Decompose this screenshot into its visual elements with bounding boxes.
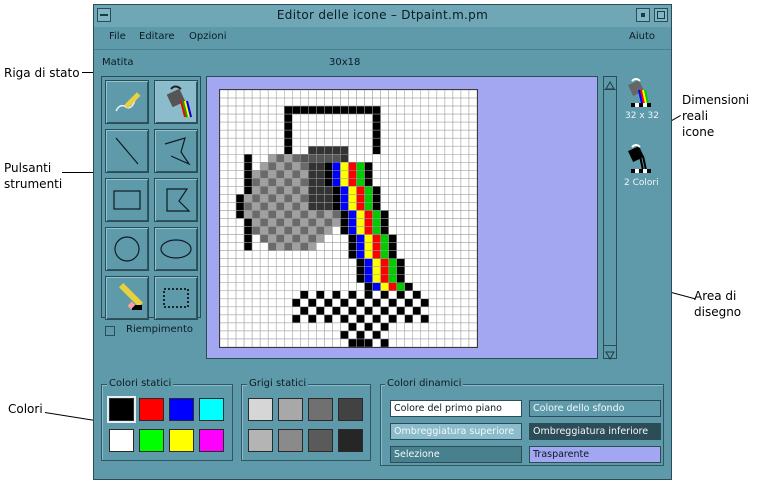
color-swatch[interactable] (278, 429, 303, 452)
select-rectangle-icon (163, 288, 189, 308)
static-grays-swatches (248, 398, 368, 456)
maximize-button[interactable] (654, 8, 668, 22)
vertical-scrollbar[interactable] (603, 76, 617, 361)
menu-file[interactable]: File (109, 31, 126, 42)
circle-icon (114, 236, 140, 262)
scroll-down-arrow[interactable] (604, 345, 616, 361)
eraser-icon (118, 282, 144, 310)
color-swatch[interactable] (199, 429, 224, 452)
foreground-color-button[interactable]: Colore del primo piano (390, 400, 522, 417)
scroll-up-arrow[interactable] (604, 77, 616, 90)
color-swatch[interactable] (248, 429, 273, 452)
annotation-real-size: Dimensioni reali icone (682, 93, 750, 139)
menu-help[interactable]: Aiuto (629, 31, 655, 42)
bottom-shadow-button[interactable]: Ombreggiatura inferiore (529, 423, 661, 440)
annotation-draw-area: Area di disegno (694, 289, 742, 319)
fill-label: Riempimento (126, 324, 194, 335)
tool-ellipse[interactable] (154, 227, 198, 271)
color-swatch[interactable] (169, 398, 194, 421)
color-swatch[interactable] (248, 398, 273, 421)
color-swatch[interactable] (338, 429, 363, 452)
polyline-icon (164, 137, 191, 166)
transparent-color-button[interactable]: Trasparente (529, 446, 661, 463)
tool-paint-bucket[interactable] (154, 80, 198, 124)
selection-color-button[interactable]: Selezione (390, 446, 522, 463)
tool-circle[interactable] (105, 227, 149, 271)
menu-options[interactable]: Opzioni (189, 31, 226, 42)
pencil-icon (115, 92, 141, 112)
tool-select[interactable] (154, 276, 198, 320)
background-color-button[interactable]: Colore dello sfondo (529, 400, 661, 417)
color-swatch[interactable] (278, 398, 303, 421)
color-swatch[interactable] (308, 398, 333, 421)
fill-checkbox[interactable] (105, 326, 115, 336)
annotation-colors: Colori (8, 402, 43, 416)
drawing-area[interactable] (206, 76, 598, 359)
color-swatch[interactable] (338, 398, 363, 421)
paint-bucket-mono-icon (628, 144, 651, 173)
tool-rectangle[interactable] (105, 178, 149, 222)
icon-pixel-canvas[interactable] (220, 90, 477, 347)
color-swatch[interactable] (139, 429, 164, 452)
color-swatch[interactable] (308, 429, 333, 452)
static-grays-label: Grigi statici (247, 378, 309, 389)
pixel-grid[interactable] (219, 89, 478, 348)
tool-eraser[interactable] (105, 276, 149, 320)
tool-polyline[interactable] (154, 129, 198, 173)
static-colors-swatches (107, 396, 229, 456)
color-swatch[interactable] (139, 398, 164, 421)
window-title: Editor delle icone – Dtpaint.m.pm (276, 8, 489, 22)
color-swatch[interactable] (199, 398, 224, 421)
polygon-icon (166, 188, 191, 212)
tool-pencil[interactable] (105, 80, 149, 124)
status-tool-name: Matita (102, 57, 134, 68)
menu-bar: File Editare Opzioni Aiuto (94, 27, 671, 50)
tool-line[interactable] (105, 129, 149, 173)
icon-editor-window: Editor delle icone – Dtpaint.m.pm File E… (93, 4, 672, 480)
preview-32x32 (627, 78, 653, 108)
static-colors-label: Colori statici (107, 378, 174, 389)
annotation-status-row: Riga di stato (4, 66, 80, 80)
ellipse-icon (160, 239, 192, 259)
dynamic-colors-label: Colori dinamici (385, 378, 464, 389)
tool-polygon[interactable] (154, 178, 198, 222)
tool-palette (101, 76, 201, 320)
paint-bucket-icon (628, 78, 651, 107)
menu-edit[interactable]: Editare (139, 31, 175, 42)
color-swatch[interactable] (109, 429, 134, 452)
preview-colors-label: 2 Colori (624, 178, 659, 188)
status-size: 30x18 (329, 57, 361, 68)
preview-size-label: 32 x 32 (625, 111, 659, 121)
title-bar[interactable]: Editor delle icone – Dtpaint.m.pm (94, 5, 671, 28)
paint-bucket-icon (166, 85, 192, 118)
minimize-button[interactable] (636, 8, 650, 22)
color-swatch[interactable] (107, 396, 136, 423)
line-icon (115, 137, 139, 165)
rectangle-icon (113, 190, 141, 210)
top-shadow-button[interactable]: Ombreggiatura superiore (390, 423, 522, 440)
annotation-tool-buttons: Pulsanti strumenti (4, 161, 63, 191)
color-swatch[interactable] (169, 429, 194, 452)
preview-2-colors (627, 144, 653, 174)
